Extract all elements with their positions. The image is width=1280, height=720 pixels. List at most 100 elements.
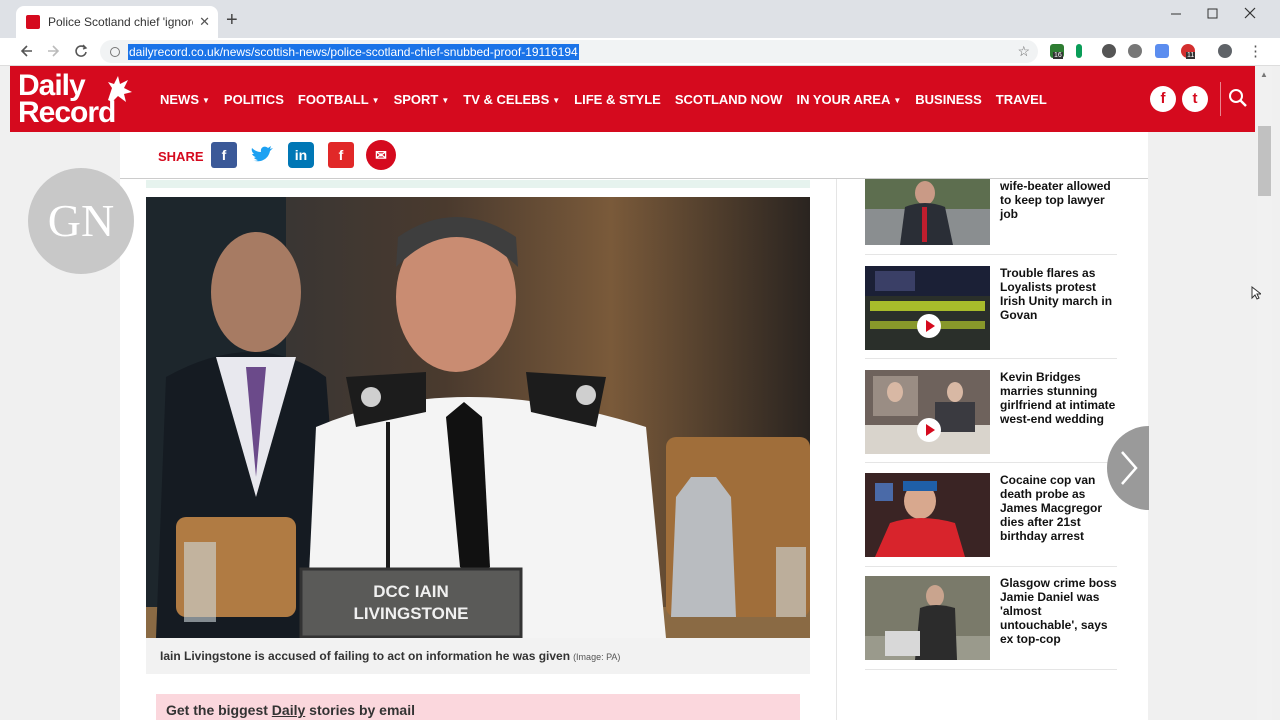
story-thumbnail xyxy=(865,576,990,660)
logo-line-1: Daily xyxy=(18,69,86,102)
caption-main: Iain Livingstone is accused of failing t… xyxy=(160,649,571,663)
caption-text: Iain Livingstone is accused of failing t… xyxy=(160,649,620,663)
story-thumbnail xyxy=(865,473,990,557)
separator xyxy=(865,462,1117,463)
share-bar: SHARE f in f ✉ xyxy=(120,132,1148,179)
new-tab-button[interactable]: + xyxy=(226,9,238,31)
nav-football[interactable]: FOOTBALL ▼ xyxy=(298,92,380,107)
reload-icon[interactable] xyxy=(74,42,88,64)
nav-label: LIFE & STYLE xyxy=(574,91,661,107)
share-label: SHARE xyxy=(158,149,204,164)
facebook-icon[interactable]: f xyxy=(1150,86,1176,112)
separator xyxy=(865,358,1117,359)
email-share-icon[interactable]: ✉ xyxy=(366,140,396,170)
nav-life-style[interactable]: LIFE & STYLE xyxy=(574,92,661,107)
separator xyxy=(865,566,1117,567)
nav-label: FOOTBALL xyxy=(297,91,369,107)
story-thumbnail xyxy=(865,266,990,350)
back-arrow-icon[interactable] xyxy=(20,42,34,64)
chevron-down-icon: ▼ xyxy=(441,95,450,105)
maximize-icon[interactable] xyxy=(1207,4,1219,27)
browser-menu-icon[interactable]: ⋮ xyxy=(1248,42,1263,60)
sidebar-story[interactable]: Kevin Bridges marries stunning girlfrien… xyxy=(865,370,1117,454)
pin-extension-icon[interactable] xyxy=(1076,44,1082,58)
lion-rampant-icon xyxy=(108,76,132,102)
nav-in-your-area[interactable]: IN YOUR AREA ▼ xyxy=(796,92,901,107)
nav-news[interactable]: NEWS ▼ xyxy=(160,92,210,107)
web-page: Daily Record NEWS ▼ POLITICS FOOTBALL ▼ SP… xyxy=(0,66,1280,720)
story-title: wife-beater allowed to keep top lawyer j… xyxy=(1000,179,1111,221)
logo-line-2: Record xyxy=(18,96,116,129)
header-divider xyxy=(1220,82,1221,116)
extension-badge: 16 xyxy=(1053,52,1063,59)
chevron-down-icon: ▼ xyxy=(202,95,210,105)
separator xyxy=(865,254,1117,255)
nav-label: TRAVEL xyxy=(995,91,1047,107)
nav-business[interactable]: BUSINESS xyxy=(915,92,981,107)
nav-sport[interactable]: SPORT ▼ xyxy=(394,92,450,107)
newsletter-signup[interactable]: Get the biggest Daily stories by email xyxy=(156,694,800,720)
daily-record-favicon-icon xyxy=(26,15,40,29)
linkedin-share-icon[interactable]: in xyxy=(288,142,314,168)
close-window-icon[interactable] xyxy=(1244,4,1256,27)
sidebar-story[interactable]: Cocaine cop van death probe as James Mac… xyxy=(865,473,1117,557)
signup-brand: Daily xyxy=(271,702,306,718)
signup-text: Get the biggest Daily stories by email xyxy=(166,702,415,718)
column-divider xyxy=(836,179,837,720)
nav-tv-celebs[interactable]: TV & CELEBS ▼ xyxy=(463,92,560,107)
extension-badge: 11 xyxy=(1186,52,1196,59)
scroll-up-arrow-icon[interactable]: ▲ xyxy=(1260,70,1268,79)
nav-label: BUSINESS xyxy=(915,91,982,107)
tab-title: Police Scotland chief 'ignored pr xyxy=(48,15,193,29)
nav-label: NEWS xyxy=(160,91,199,107)
chevron-down-icon: ▼ xyxy=(893,95,902,105)
story-title: Trouble flares as Loyalists protest Iris… xyxy=(1000,266,1113,322)
twitter-share-icon[interactable] xyxy=(249,142,275,168)
address-bar[interactable]: dailyrecord.co.uk/news/scottish-news/pol… xyxy=(100,40,1038,63)
chevron-right-icon xyxy=(1121,451,1138,485)
info-icon[interactable] xyxy=(110,46,120,57)
nav-label: SPORT xyxy=(393,91,439,107)
hero-photo: DCC IAIN LIVINGSTONE xyxy=(146,197,810,638)
play-video-icon[interactable] xyxy=(917,418,941,442)
main-navigation: NEWS ▼ POLITICS FOOTBALL ▼ SPORT ▼ TV & CEL… xyxy=(160,66,1061,132)
minimize-icon[interactable] xyxy=(1170,4,1182,27)
daily-record-logo[interactable]: Daily Record xyxy=(18,69,116,129)
ad-strip xyxy=(146,180,810,188)
chevron-down-icon: ▼ xyxy=(371,95,380,105)
signup-pre: Get the biggest xyxy=(166,702,272,718)
profile-avatar-icon[interactable] xyxy=(1218,44,1232,58)
nav-label: SCOTLAND NOW xyxy=(674,91,783,107)
search-icon[interactable] xyxy=(1228,88,1248,113)
article-hero-image: DCC IAIN LIVINGSTONE xyxy=(146,197,810,638)
tab-close-icon[interactable]: ✕ xyxy=(199,14,210,30)
bookmark-star-icon[interactable]: ☆ xyxy=(1017,43,1030,60)
story-title: Glasgow crime boss Jamie Daniel was 'alm… xyxy=(1000,576,1117,646)
twitter-icon[interactable]: t xyxy=(1182,86,1208,112)
nav-travel[interactable]: TRAVEL xyxy=(996,92,1047,107)
forward-arrow-icon[interactable] xyxy=(46,42,60,64)
sidebar-story[interactable]: wife-beater allowed to keep top lawyer j… xyxy=(865,179,1117,245)
url-text[interactable]: dailyrecord.co.uk/news/scottish-news/pol… xyxy=(128,43,579,60)
story-thumbnail xyxy=(865,370,990,454)
extension-icon[interactable] xyxy=(1128,44,1142,58)
nav-label: TV & CELEBS xyxy=(463,91,550,107)
nameplate-line-2: LIVINGSTONE xyxy=(354,604,469,623)
extension-icon[interactable] xyxy=(1155,44,1169,58)
facebook-share-icon[interactable]: f xyxy=(211,142,237,168)
flipboard-share-icon[interactable]: f xyxy=(328,142,354,168)
browser-tab[interactable]: Police Scotland chief 'ignored pr ✕ xyxy=(16,6,218,38)
nav-scotland-now[interactable]: SCOTLAND NOW xyxy=(675,92,783,107)
browser-tab-bar: Police Scotland chief 'ignored pr ✕ + xyxy=(0,0,1280,38)
play-video-icon[interactable] xyxy=(917,314,941,338)
story-title: Cocaine cop van death probe as James Mac… xyxy=(1000,473,1103,543)
extension-icon[interactable] xyxy=(1102,44,1116,58)
sidebar-story[interactable]: Trouble flares as Loyalists protest Iris… xyxy=(865,266,1117,350)
watermark-logo: GN xyxy=(28,168,134,274)
image-caption: Iain Livingstone is accused of failing t… xyxy=(146,638,810,674)
scrollbar-thumb[interactable] xyxy=(1258,126,1271,196)
nav-politics[interactable]: POLITICS xyxy=(224,92,284,107)
sidebar-story[interactable]: Glasgow crime boss Jamie Daniel was 'alm… xyxy=(865,576,1117,660)
article-content: SHARE f in f ✉ DCC IAIN LIVINGSTONE Iain… xyxy=(120,132,1149,720)
separator xyxy=(865,669,1117,670)
